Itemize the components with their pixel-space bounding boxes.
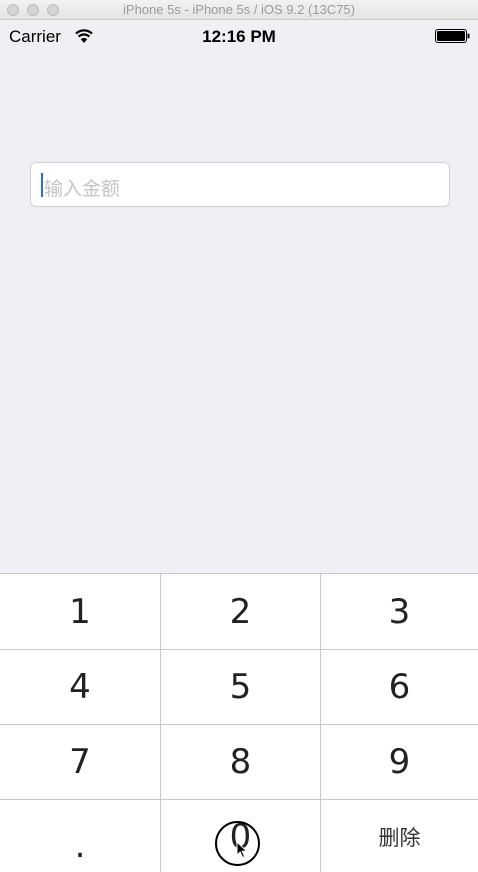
window-title: iPhone 5s - iPhone 5s / iOS 9.2 (13C75) — [123, 2, 355, 17]
keypad-divider — [0, 724, 478, 725]
key-1[interactable]: 1 — [0, 574, 160, 649]
text-cursor — [41, 173, 43, 197]
keypad-divider — [160, 574, 161, 872]
battery-icon — [435, 29, 470, 43]
key-6[interactable]: 6 — [321, 650, 478, 724]
keypad-divider — [0, 649, 478, 650]
key-decimal-point[interactable]: . — [0, 800, 160, 872]
key-3[interactable]: 3 — [321, 574, 478, 649]
key-2[interactable]: 2 — [161, 574, 320, 649]
status-bar: Carrier 12:16 PM — [0, 20, 478, 52]
amount-input[interactable]: 输入金额 — [30, 162, 450, 207]
key-9[interactable]: 9 — [321, 725, 478, 799]
key-5[interactable]: 5 — [161, 650, 320, 724]
key-8[interactable]: 8 — [161, 725, 320, 799]
mouse-pointer-icon — [236, 840, 250, 859]
window-titlebar: iPhone 5s - iPhone 5s / iOS 9.2 (13C75) — [0, 0, 478, 20]
key-7[interactable]: 7 — [0, 725, 160, 799]
simulator-window: iPhone 5s - iPhone 5s / iOS 9.2 (13C75) … — [0, 0, 478, 872]
key-4[interactable]: 4 — [0, 650, 160, 724]
keypad-divider — [0, 799, 478, 800]
delete-key[interactable]: 删除 — [321, 800, 478, 872]
keypad-divider — [320, 574, 321, 872]
amount-placeholder: 输入金额 — [44, 178, 121, 200]
status-time: 12:16 PM — [202, 27, 276, 46]
